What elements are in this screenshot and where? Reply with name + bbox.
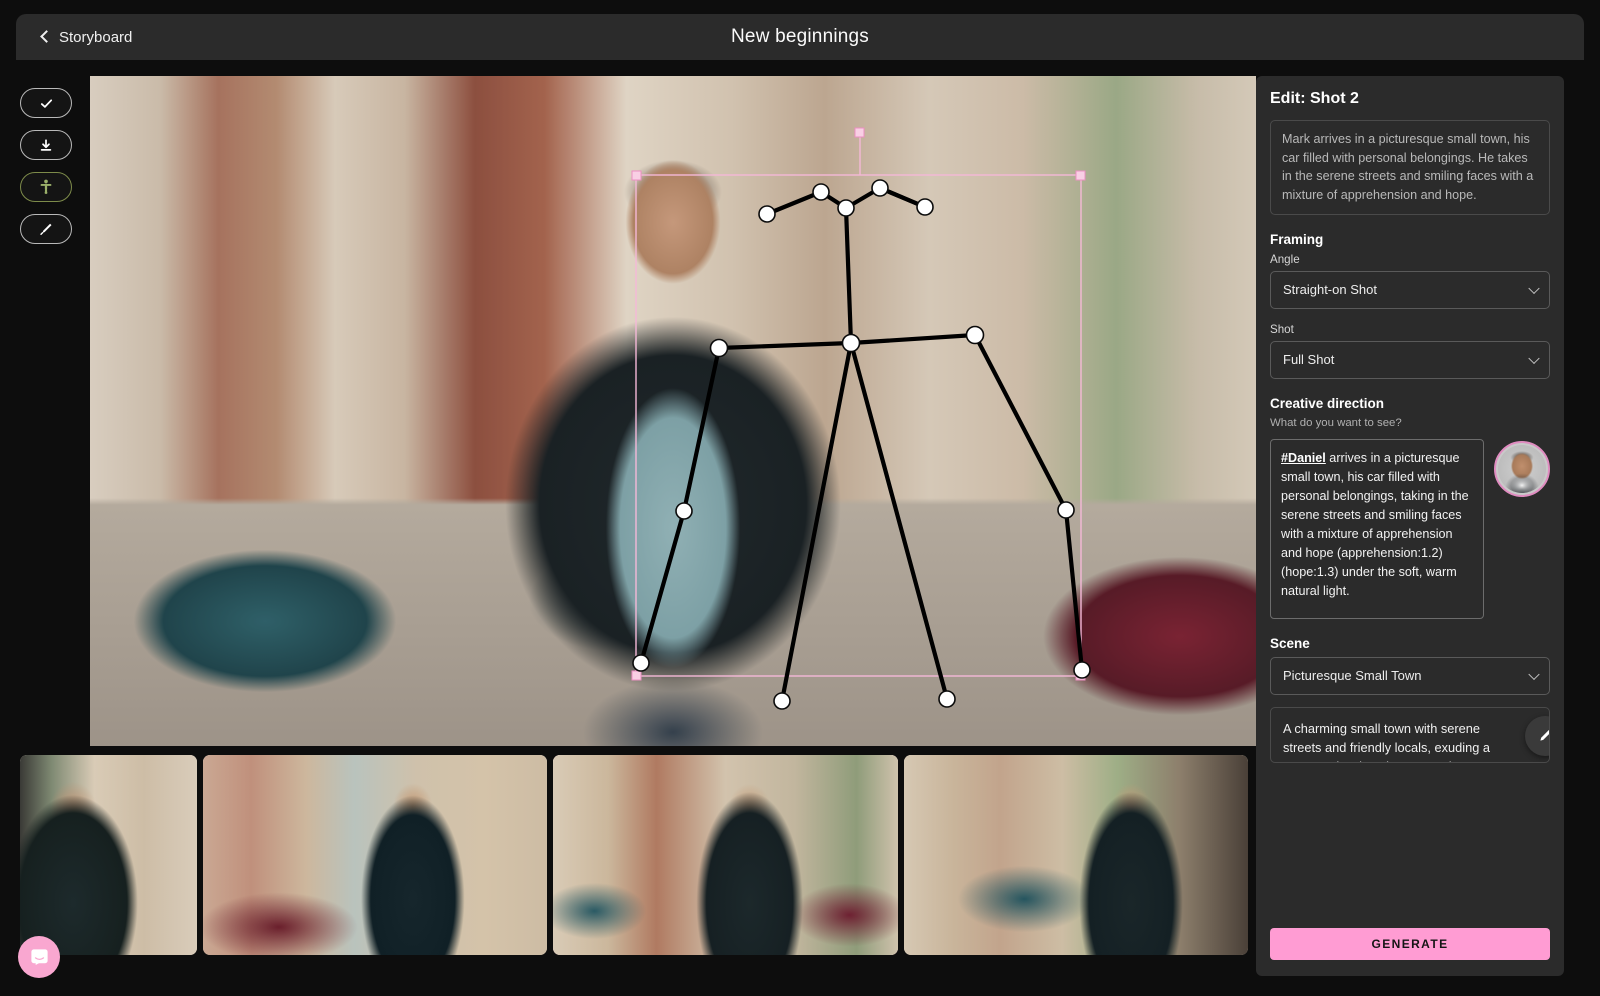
chat-launcher-button[interactable] [18, 936, 60, 978]
scene-section-title: Scene [1270, 636, 1550, 651]
selection-bounding-box[interactable] [632, 128, 1085, 680]
edit-scene-button[interactable] [1525, 716, 1550, 756]
person-pose-icon [39, 179, 53, 195]
creative-prompt-input[interactable]: #Daniel arrives in a picturesque small t… [1270, 439, 1484, 619]
panel-title: Edit: Shot 2 [1270, 90, 1550, 108]
left-toolbar [20, 88, 72, 244]
shot-value: Full Shot [1283, 352, 1334, 367]
thumbnail-image [203, 755, 547, 955]
scene-description-text: A charming small town with serene street… [1283, 721, 1490, 763]
chevron-down-icon [1528, 282, 1539, 293]
app-header: Storyboard New beginnings [16, 14, 1584, 60]
chat-bubble-icon [29, 947, 50, 968]
thumbnail-shot-2[interactable] [203, 755, 547, 955]
approve-tool-button[interactable] [20, 88, 72, 118]
back-button-label: Storyboard [59, 29, 132, 46]
thumbnail-shot-1[interactable] [20, 755, 197, 955]
framing-section-title: Framing [1270, 232, 1550, 247]
chevron-down-icon [1528, 668, 1539, 679]
shot-thumbnail-strip [20, 755, 1248, 955]
brush-tool-button[interactable] [20, 214, 72, 244]
thumbnail-shot-3[interactable] [553, 755, 897, 955]
pose-overlay[interactable] [90, 76, 1256, 746]
pose-tool-button[interactable] [20, 172, 72, 202]
scene-description: A charming small town with serene street… [1270, 707, 1550, 763]
chevron-left-icon [40, 30, 53, 43]
thumbnail-image [553, 755, 897, 955]
creative-prompt-body: arrives in a picturesque small town, his… [1281, 451, 1469, 599]
pose-bones [641, 188, 1082, 701]
character-avatar[interactable] [1494, 441, 1550, 497]
download-icon [39, 138, 53, 153]
angle-select[interactable]: Straight-on Shot [1270, 271, 1550, 309]
brush-icon [38, 221, 54, 237]
shot-select[interactable]: Full Shot [1270, 341, 1550, 379]
download-tool-button[interactable] [20, 130, 72, 160]
shot-label: Shot [1270, 323, 1550, 336]
generate-button[interactable]: GENERATE [1270, 928, 1550, 960]
creative-direction-title: Creative direction [1270, 396, 1550, 411]
main-canvas[interactable] [90, 76, 1256, 746]
app-root: Storyboard New beginnings [0, 0, 1600, 996]
chevron-down-icon [1528, 352, 1539, 363]
character-tag[interactable]: #Daniel [1281, 451, 1326, 465]
check-icon [39, 96, 54, 111]
angle-value: Straight-on Shot [1283, 282, 1377, 297]
page-title: New beginnings [16, 26, 1584, 48]
scene-value: Picturesque Small Town [1283, 668, 1422, 683]
thumbnail-shot-4[interactable] [904, 755, 1248, 955]
thumbnail-image [904, 755, 1248, 955]
back-to-storyboard-button[interactable]: Storyboard [42, 29, 132, 46]
thumbnail-image [20, 755, 197, 955]
creative-prompt-row: #Daniel arrives in a picturesque small t… [1270, 439, 1550, 619]
angle-label: Angle [1270, 253, 1550, 266]
pencil-icon [1537, 727, 1551, 744]
creative-direction-sublabel: What do you want to see? [1270, 417, 1550, 429]
edit-panel: Edit: Shot 2 Mark arrives in a picturesq… [1256, 76, 1564, 976]
shot-description: Mark arrives in a picturesque small town… [1270, 120, 1550, 215]
scene-select[interactable]: Picturesque Small Town [1270, 657, 1550, 695]
pose-joints[interactable] [633, 180, 1090, 709]
